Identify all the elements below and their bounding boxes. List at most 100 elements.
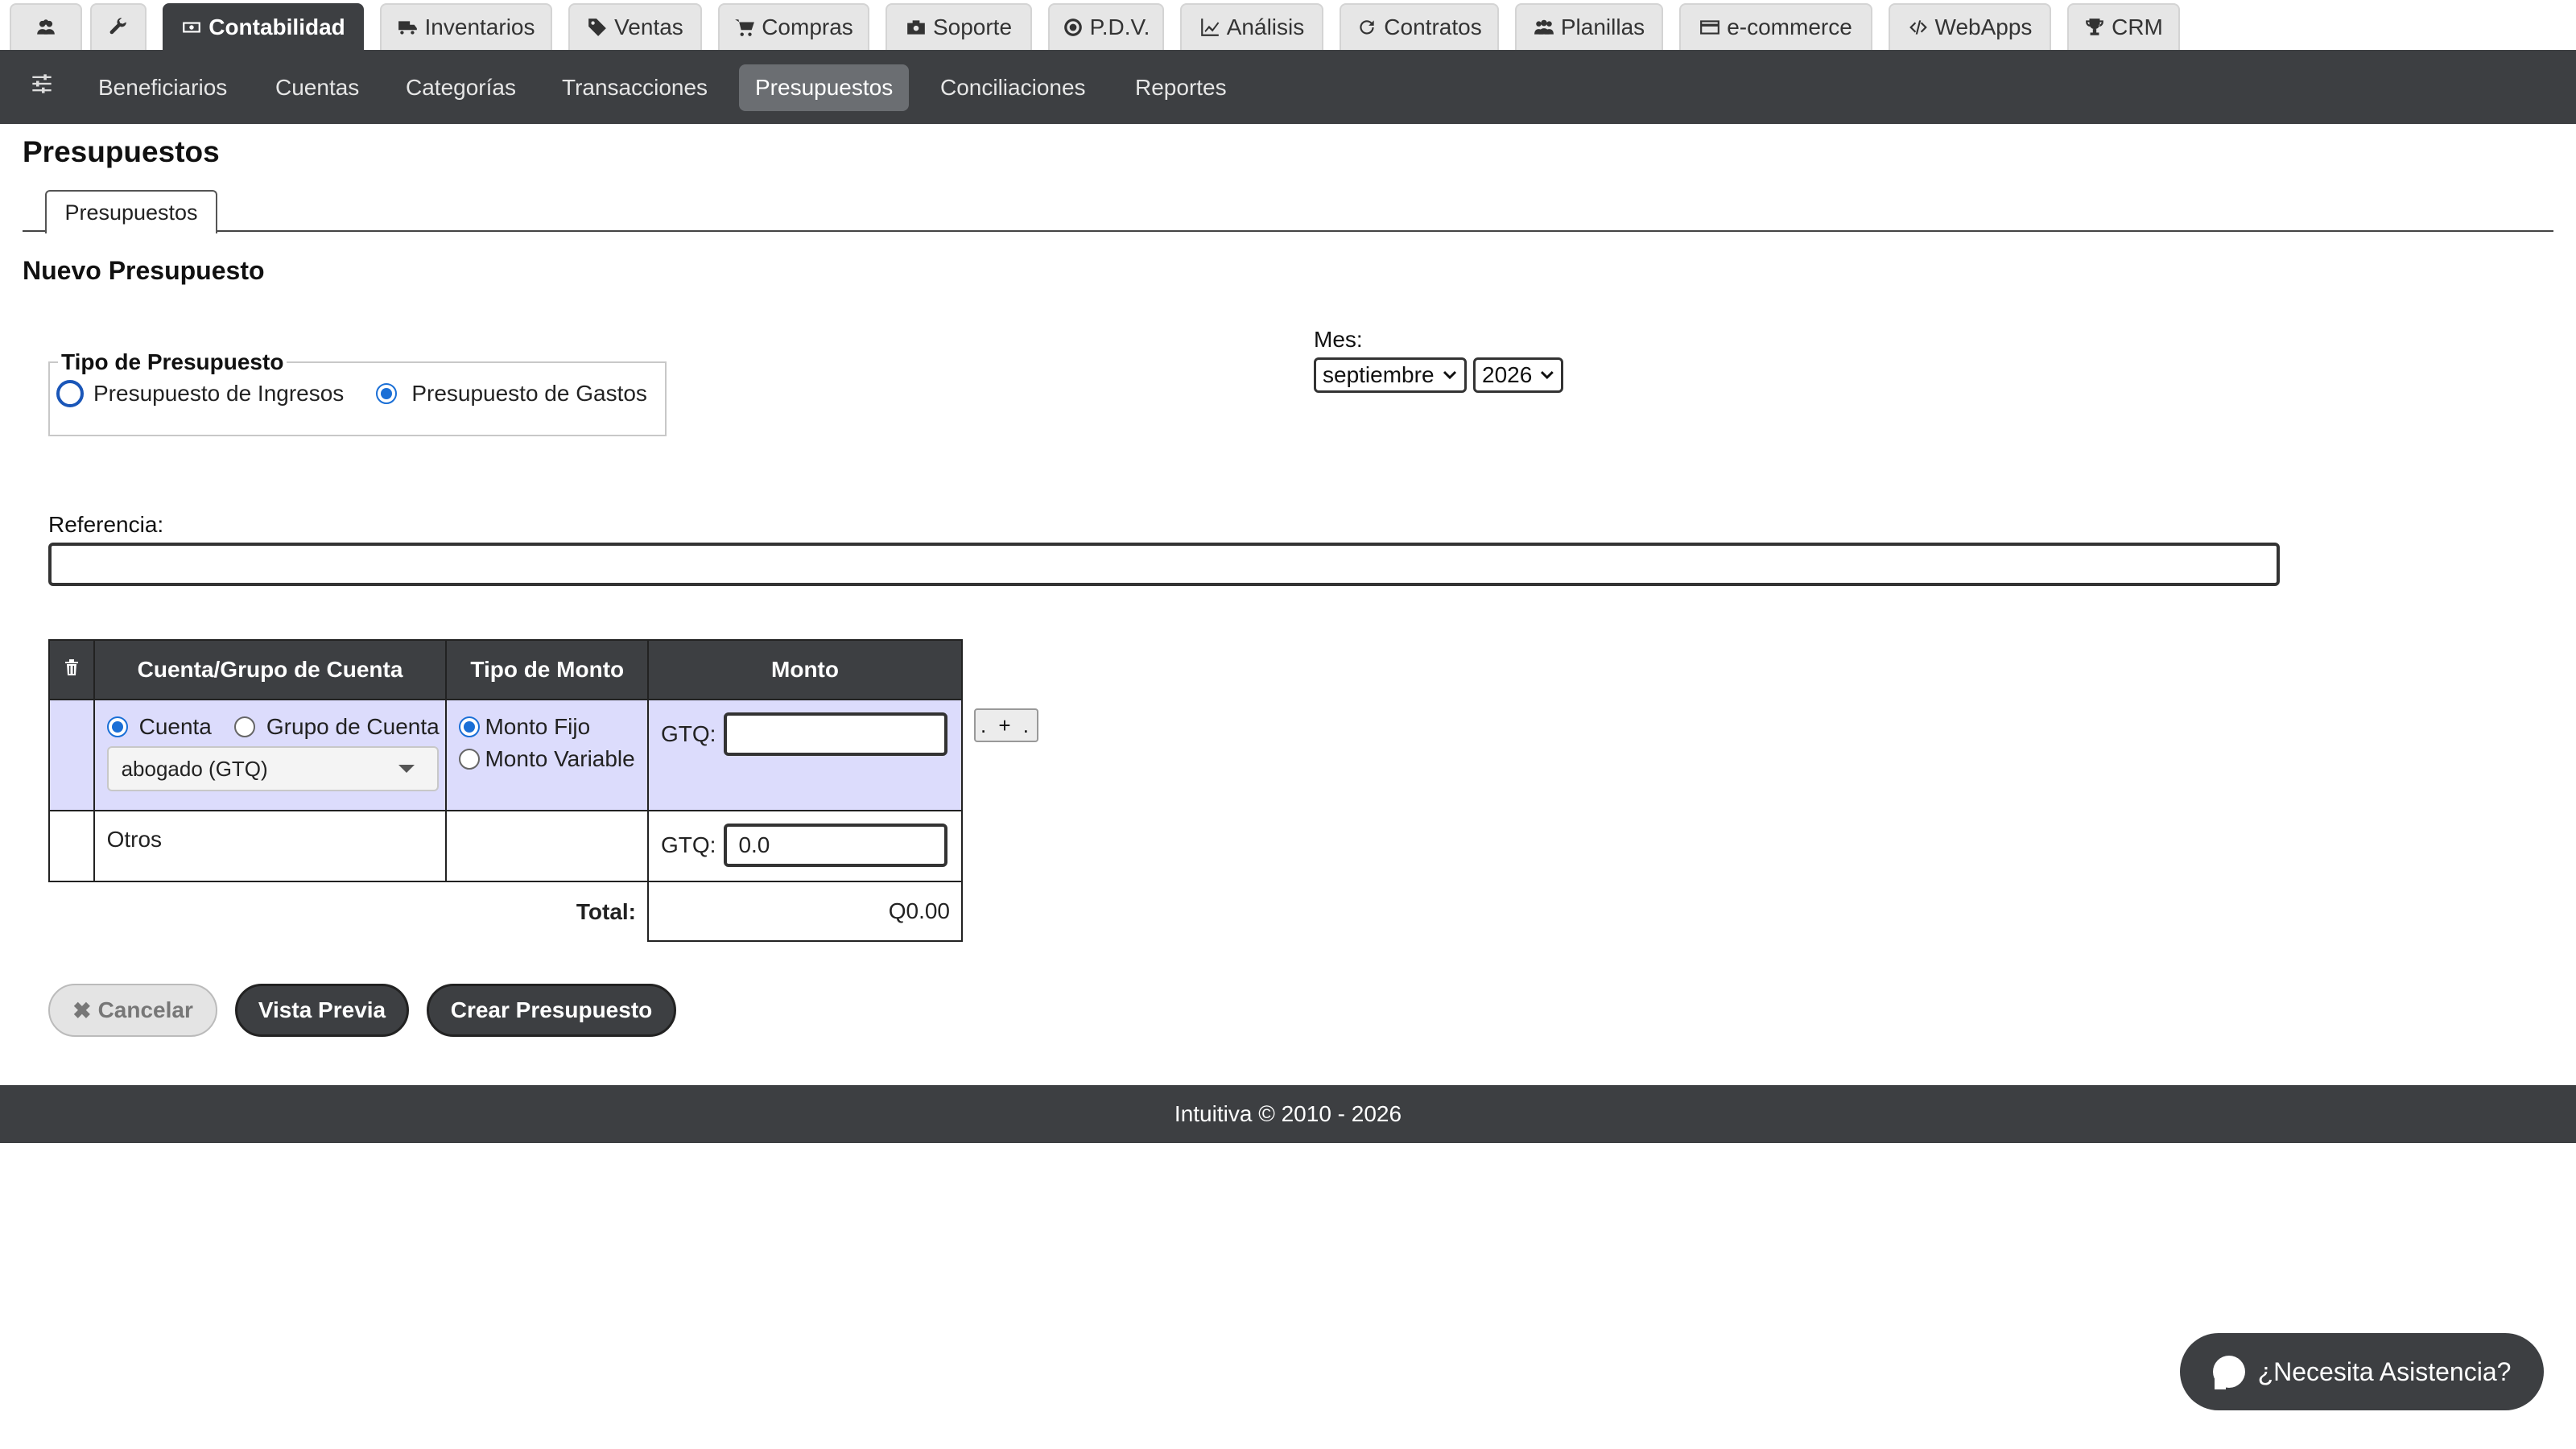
radio-ingresos-label: Presupuesto de Ingresos: [93, 381, 345, 406]
account-select-value: abogado (GTQ): [121, 756, 268, 781]
radio-variable-circle[interactable]: [459, 749, 481, 770]
otros-amount-input[interactable]: 0.0: [724, 824, 948, 867]
month-select[interactable]: septiembre: [1314, 357, 1467, 393]
radio-gastos-circle[interactable]: [376, 383, 398, 404]
radio-ingresos[interactable]: Presupuesto de Ingresos: [56, 380, 344, 407]
header-cuenta: Cuenta/Grupo de Cuenta: [93, 639, 448, 700]
tab-users[interactable]: [10, 3, 82, 50]
radio-grupo-label: Grupo de Cuenta: [266, 714, 440, 739]
preview-button[interactable]: Vista Previa: [235, 984, 409, 1037]
header-monto: Monto: [647, 639, 963, 700]
radio-monto-variable[interactable]: Monto Variable: [459, 746, 646, 772]
subnav-presupuestos[interactable]: Presupuestos: [739, 64, 910, 111]
chevron-down-icon: [1443, 370, 1456, 380]
currency-label: GTQ:: [661, 721, 716, 746]
amount-cell: GTQ:: [647, 699, 963, 811]
tab-label: CRM: [2112, 14, 2163, 39]
tab-inventarios[interactable]: Inventarios: [380, 3, 552, 50]
briefcase-icon: [907, 20, 925, 35]
radio-gastos[interactable]: Presupuesto de Gastos: [376, 381, 647, 407]
wrench-icon: [109, 18, 126, 35]
subnav-reportes[interactable]: Reportes: [1119, 64, 1243, 111]
tab-label: e-commerce: [1727, 14, 1852, 39]
amount-input[interactable]: [724, 712, 948, 756]
subnav-beneficiarios[interactable]: Beneficiarios: [82, 64, 243, 111]
radio-cuenta[interactable]: Cuenta: [106, 714, 212, 740]
radio-monto-fijo[interactable]: Monto Fijo: [459, 714, 646, 740]
tab-label: Soporte: [932, 14, 1013, 39]
radio-grupo-cuenta[interactable]: Grupo de Cuenta: [233, 714, 440, 740]
credit-card-icon: [1700, 20, 1720, 35]
row-delete-cell[interactable]: [48, 699, 95, 811]
target-icon: [1063, 19, 1082, 36]
year-select[interactable]: 2026: [1473, 357, 1563, 393]
trophy-icon: [2086, 19, 2103, 35]
account-select[interactable]: abogado (GTQ): [106, 746, 439, 791]
content-tab-presupuestos[interactable]: Presupuestos: [45, 190, 217, 233]
section-title: Nuevo Presupuesto: [23, 256, 265, 285]
add-row-button[interactable]: . + .: [974, 708, 1038, 742]
total-label: Total:: [49, 881, 648, 941]
radio-ingresos-circle[interactable]: [56, 380, 84, 407]
tab-ecommerce[interactable]: e-commerce: [1679, 3, 1872, 50]
tab-soporte[interactable]: Soporte: [886, 3, 1032, 50]
budget-type-fieldset: Tipo de Presupuesto Presupuesto de Ingre…: [48, 349, 667, 436]
subnav-conciliaciones[interactable]: Conciliaciones: [924, 64, 1102, 111]
tab-divider: [23, 230, 2553, 232]
sub-navigation: Beneficiarios Cuentas Categorías Transac…: [0, 50, 2576, 124]
tab-label: Compras: [762, 14, 853, 39]
tab-crm[interactable]: CRM: [2067, 3, 2180, 50]
tab-webapps[interactable]: WebApps: [1889, 3, 2051, 50]
tab-tools[interactable]: [90, 3, 147, 50]
tab-contratos[interactable]: Contratos: [1340, 3, 1499, 50]
radio-cuenta-circle[interactable]: [106, 716, 128, 737]
chart-line-icon: [1200, 19, 1220, 36]
radio-gastos-label: Presupuesto de Gastos: [411, 381, 647, 406]
truck-icon: [398, 21, 417, 35]
sliders-icon[interactable]: [31, 72, 53, 95]
help-chat-button[interactable]: ¿Necesita Asistencia?: [2180, 1333, 2544, 1410]
subnav-cuentas[interactable]: Cuentas: [259, 64, 375, 111]
radio-fijo-circle[interactable]: [459, 716, 481, 737]
otros-cell: Otros: [93, 810, 448, 882]
subnav-categorias[interactable]: Categorías: [390, 64, 532, 111]
tab-compras[interactable]: Compras: [718, 3, 869, 50]
tab-analisis[interactable]: Análisis: [1180, 3, 1323, 50]
tab-label: Contabilidad: [208, 14, 345, 39]
radio-fijo-label: Monto Fijo: [485, 714, 591, 739]
tab-label: Análisis: [1226, 14, 1305, 39]
tab-label: Planillas: [1560, 14, 1645, 39]
refresh-icon: [1360, 20, 1374, 35]
year-value: 2026: [1482, 362, 1533, 387]
otros-label: Otros: [106, 827, 163, 852]
users-icon: [37, 19, 55, 35]
help-label: ¿Necesita Asistencia?: [2257, 1356, 2512, 1386]
reference-input[interactable]: [48, 543, 2280, 586]
delete-column-header: [48, 639, 95, 700]
tag-icon: [588, 19, 607, 36]
tab-ventas[interactable]: Ventas: [568, 3, 702, 50]
chevron-down-icon: [1541, 371, 1554, 380]
budget-type-legend: Tipo de Presupuesto: [61, 349, 284, 374]
tab-label: Inventarios: [424, 14, 535, 39]
close-icon: ✖: [72, 997, 92, 1023]
radio-variable-label: Monto Variable: [485, 746, 635, 771]
radio-cuenta-label: Cuenta: [138, 714, 212, 739]
cart-icon: [735, 19, 755, 36]
cancel-button[interactable]: ✖ Cancelar: [48, 984, 217, 1037]
tab-pdv[interactable]: P.D.V.: [1048, 3, 1164, 50]
amount-type-cell: Monto Fijo Monto Variable: [445, 699, 649, 811]
table-row: Otros GTQ: 0.0: [48, 810, 963, 882]
month-label: Mes:: [1314, 327, 1363, 352]
header-tipo-monto: Tipo de Monto: [445, 639, 649, 700]
subnav-transacciones[interactable]: Transacciones: [546, 64, 724, 111]
create-budget-button[interactable]: Crear Presupuesto: [427, 984, 676, 1037]
caret-down-icon: [398, 765, 415, 773]
reference-label: Referencia:: [48, 512, 164, 537]
trash-icon[interactable]: [62, 658, 81, 677]
tab-planillas[interactable]: Planillas: [1515, 3, 1663, 50]
tab-contabilidad[interactable]: Contabilidad: [163, 3, 364, 50]
radio-grupo-circle[interactable]: [233, 716, 255, 737]
module-tabs: Contabilidad Inventarios Ventas Compras …: [0, 0, 2576, 50]
total-value: Q0.00: [647, 881, 963, 942]
